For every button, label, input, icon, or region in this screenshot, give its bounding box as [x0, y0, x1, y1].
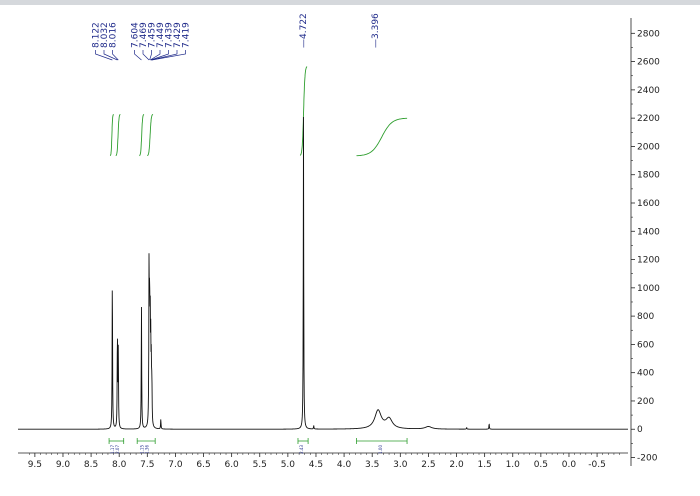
x-axis: 9.5 9.0 8.5 8.0 7.5 7.0 6.5 6.0 5.5 5.0 4.5 4.0 3.5 3… [18, 452, 628, 470]
y-tick-label: -200 [637, 454, 658, 464]
x-tick-label: 6.5 [196, 460, 210, 470]
x-tick-label: 4.0 [337, 460, 352, 470]
x-tick-label: 8.5 [84, 460, 98, 470]
y-tick-label: 2200 [637, 114, 660, 124]
integral-curve [109, 113, 114, 157]
integral-curves [109, 66, 408, 157]
x-tick-label: 4.5 [309, 460, 323, 470]
y-tick-label: 600 [637, 340, 654, 350]
integral-bars: 1.17 2.07 1.15 1.36 2.43 1.00 [108, 438, 408, 454]
integral-value: 2.43 [299, 445, 304, 454]
y-tick-label: 1600 [637, 199, 660, 209]
x-tick-label: 3.0 [393, 460, 408, 470]
peak-leader-line [142, 50, 150, 61]
y-tick-label: 400 [637, 369, 654, 379]
x-tick-label: 6.0 [224, 460, 239, 470]
y-tick-label: 1400 [637, 227, 660, 237]
y-tick-label: 2800 [637, 29, 660, 39]
x-tick-label: 1.5 [477, 460, 491, 470]
x-tick-label: 8.0 [112, 460, 127, 470]
x-tick-label: -0.5 [588, 460, 606, 470]
x-tick-label: 2.5 [421, 460, 435, 470]
y-tick-label: 2600 [637, 58, 660, 68]
y-tick-label: 2000 [637, 142, 660, 152]
integral-curve [356, 117, 408, 157]
peak-labels: 8.1228.0328.016 7.6047.4697.4597.4497.439… [92, 13, 381, 61]
x-tick-label: 1.0 [506, 460, 521, 470]
peak-label: 7.419 [182, 22, 192, 48]
y-axis: -200 0 200 400 600 800 1000 1200 1400 1600 1800 200… [630, 18, 660, 466]
peak-leader-line [134, 50, 142, 61]
integral-curve [115, 113, 121, 157]
integral-curve [146, 113, 154, 157]
x-tick-label: 5.0 [281, 460, 296, 470]
y-tick-label: 1000 [637, 284, 660, 294]
integral-curve [139, 113, 145, 157]
peak-label: —4.722 [299, 13, 309, 48]
integral-value: 1.00 [378, 445, 383, 454]
x-tick-label: 7.0 [168, 460, 183, 470]
x-tick-label: 0.0 [562, 460, 577, 470]
integral-value: 2.07 [115, 445, 120, 454]
y-tick-label: 2400 [637, 86, 660, 96]
y-tick-label: 200 [637, 397, 654, 407]
y-tick-label: 800 [637, 312, 654, 322]
x-tick-label: 2.0 [449, 460, 464, 470]
spectrum-trace [18, 117, 628, 430]
nmr-spectrum-chart: -200 0 200 400 600 800 1000 1200 1400 1600 1800 200… [18, 13, 660, 470]
x-tick-label: 3.5 [365, 460, 379, 470]
x-tick-label: 7.5 [140, 460, 154, 470]
x-tick-label: 0.5 [534, 460, 548, 470]
spectrum-line [18, 117, 628, 430]
y-tick-label: 1800 [637, 171, 660, 181]
peak-leader-line [149, 50, 152, 61]
x-tick-label: 9.5 [28, 460, 42, 470]
y-tick-label: 0 [637, 425, 643, 435]
peak-label: 8.016 [109, 22, 119, 48]
integral-value: 1.36 [145, 445, 150, 454]
x-tick-label: 5.5 [253, 460, 267, 470]
peak-leader-line [103, 50, 118, 61]
y-tick-label: 1200 [637, 256, 660, 266]
x-tick-label: 9.0 [56, 460, 71, 470]
peak-label: —3.396 [371, 13, 381, 48]
